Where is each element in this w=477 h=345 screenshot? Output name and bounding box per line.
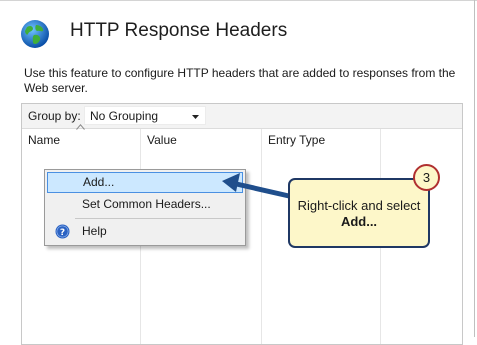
window-right-border xyxy=(474,0,475,337)
groupby-toolbar: Group by: No Grouping xyxy=(22,104,462,129)
svg-text:?: ? xyxy=(60,228,65,238)
column-header-value-label: Value xyxy=(147,133,177,147)
page-title: HTTP Response Headers xyxy=(70,20,288,41)
menu-item-set-common-headers[interactable]: Set Common Headers... xyxy=(47,194,243,215)
column-header-entry-type[interactable]: Entry Type xyxy=(262,129,380,151)
groupby-label: Group by: xyxy=(28,109,81,123)
callout-text: Right-click and select xyxy=(297,198,421,213)
menu-item-set-common-headers-label: Set Common Headers... xyxy=(82,197,211,211)
column-header-name-label: Name xyxy=(28,133,61,147)
menu-item-help[interactable]: ? Help xyxy=(47,221,243,242)
column-header-entry-type-label: Entry Type xyxy=(268,133,326,147)
menu-item-add[interactable]: Add... xyxy=(47,172,243,193)
column-header-name[interactable]: Name xyxy=(22,129,140,151)
column-divider xyxy=(261,129,262,344)
column-header-value[interactable]: Value xyxy=(141,129,261,151)
groupby-dropdown[interactable]: No Grouping xyxy=(84,106,206,125)
menu-item-add-label: Add... xyxy=(83,175,115,189)
globe-icon xyxy=(21,20,49,48)
sort-ascending-icon xyxy=(76,124,85,130)
step-badge: 3 xyxy=(413,164,440,191)
context-menu: Add... Set Common Headers... ? Help xyxy=(44,169,246,246)
menu-item-help-label: Help xyxy=(82,224,107,238)
menu-separator xyxy=(75,218,241,219)
callout-box: Right-click and select Add... xyxy=(288,178,430,248)
window-top-border xyxy=(0,0,477,1)
help-icon: ? xyxy=(55,224,70,239)
callout-text-bold: Add... xyxy=(340,214,378,229)
page-description: Use this feature to configure HTTP heade… xyxy=(24,66,456,95)
chevron-down-icon xyxy=(192,115,199,119)
groupby-value: No Grouping xyxy=(90,109,159,123)
